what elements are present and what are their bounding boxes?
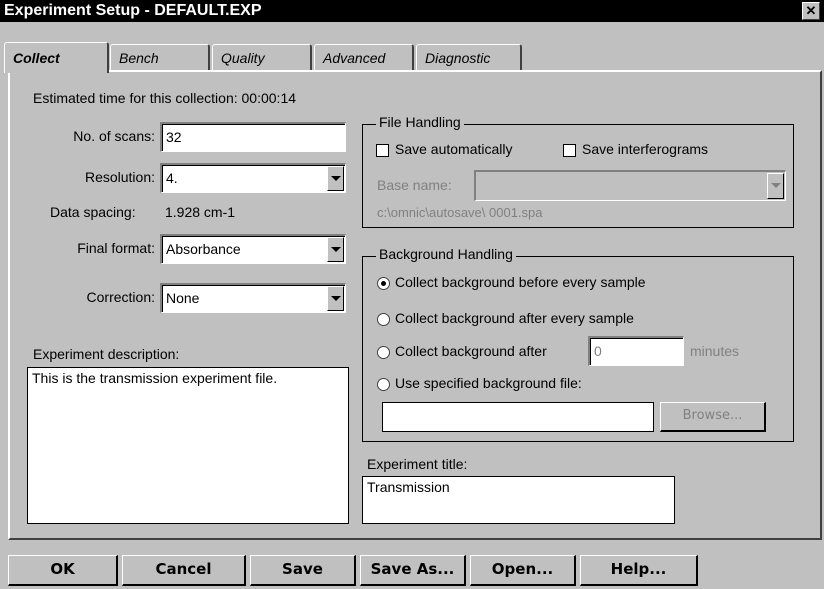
background-handling-title: Background Handling bbox=[376, 246, 516, 262]
experiment-title-input[interactable]: Transmission bbox=[362, 476, 675, 524]
final-format-label: Final format: bbox=[77, 240, 155, 256]
data-spacing-value: 1.928 cm-1 bbox=[165, 204, 236, 220]
save-automatically-label[interactable]: Save automatically bbox=[395, 141, 513, 157]
tab-bench[interactable]: Bench bbox=[110, 44, 210, 71]
chevron-down-icon bbox=[767, 173, 784, 199]
minutes-input[interactable]: 0 bbox=[588, 336, 684, 366]
scans-input[interactable]: 32 bbox=[160, 122, 346, 152]
bg-after-minutes-label[interactable]: Collect background after bbox=[395, 343, 547, 359]
final-format-value: Absorbance bbox=[166, 241, 241, 257]
close-icon[interactable]: ✕ bbox=[802, 2, 820, 20]
resolution-value: 4. bbox=[166, 170, 178, 186]
base-name-select bbox=[474, 170, 786, 201]
window-title: Experiment Setup - DEFAULT.EXP bbox=[4, 2, 262, 19]
resolution-select[interactable]: 4. bbox=[160, 163, 346, 193]
save-button[interactable]: Save bbox=[250, 555, 356, 586]
bg-after-radio[interactable] bbox=[377, 313, 390, 326]
data-spacing-label: Data spacing: bbox=[50, 204, 136, 220]
base-name-label: Base name: bbox=[377, 177, 452, 193]
correction-select[interactable]: None bbox=[160, 283, 346, 313]
save-as-button[interactable]: Save As... bbox=[360, 555, 466, 586]
tab-diagnostic[interactable]: Diagnostic bbox=[416, 44, 522, 71]
open-button[interactable]: Open... bbox=[470, 555, 576, 586]
experiment-title-label: Experiment title: bbox=[367, 456, 468, 472]
bg-before-radio[interactable] bbox=[377, 277, 390, 290]
bg-after-minutes-radio[interactable] bbox=[377, 346, 390, 359]
bg-before-label[interactable]: Collect background before every sample bbox=[395, 274, 646, 290]
help-button[interactable]: Help... bbox=[580, 555, 698, 586]
ok-button[interactable]: OK bbox=[8, 555, 118, 586]
bg-file-input[interactable] bbox=[382, 402, 654, 432]
save-interferograms-label[interactable]: Save interferograms bbox=[582, 141, 708, 157]
correction-label: Correction: bbox=[86, 289, 155, 305]
description-label: Experiment description: bbox=[33, 346, 180, 362]
tab-advanced[interactable]: Advanced bbox=[314, 44, 414, 71]
bg-file-radio[interactable] bbox=[377, 378, 390, 391]
chevron-down-icon[interactable] bbox=[327, 286, 344, 311]
estimated-time: Estimated time for this collection: 00:0… bbox=[33, 90, 297, 106]
bg-after-label[interactable]: Collect background after every sample bbox=[395, 310, 634, 326]
scans-label: No. of scans: bbox=[73, 128, 155, 144]
cancel-button[interactable]: Cancel bbox=[122, 555, 246, 586]
chevron-down-icon[interactable] bbox=[327, 166, 344, 191]
resolution-label: Resolution: bbox=[84, 169, 155, 185]
minutes-label: minutes bbox=[690, 343, 740, 359]
file-handling-title: File Handling bbox=[376, 114, 464, 130]
autosave-path: c:\omnic\autosave\ 0001.spa bbox=[377, 205, 543, 220]
browse-button[interactable]: Browse... bbox=[660, 402, 766, 432]
title-bar: Experiment Setup - DEFAULT.EXP ✕ bbox=[0, 0, 824, 22]
bg-file-label[interactable]: Use specified background file: bbox=[395, 375, 582, 391]
description-textarea[interactable]: This is the transmission experiment file… bbox=[27, 367, 349, 524]
tab-quality[interactable]: Quality bbox=[212, 44, 312, 71]
save-automatically-checkbox[interactable] bbox=[376, 144, 389, 157]
final-format-select[interactable]: Absorbance bbox=[160, 234, 346, 264]
chevron-down-icon[interactable] bbox=[327, 237, 344, 262]
correction-value: None bbox=[166, 290, 200, 306]
save-interferograms-checkbox[interactable] bbox=[563, 144, 576, 157]
tab-collect[interactable]: Collect bbox=[4, 42, 109, 73]
